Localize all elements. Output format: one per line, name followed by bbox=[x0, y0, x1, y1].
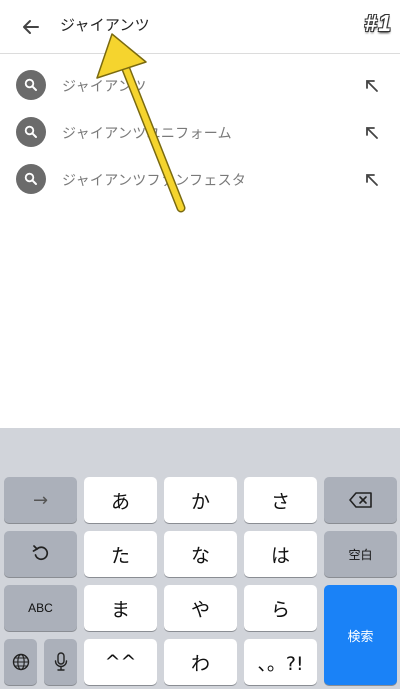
key-ha[interactable]: は bbox=[244, 531, 317, 577]
arrow-left-icon bbox=[23, 20, 39, 34]
keyboard: → あ か さ た な は 空白 ABC ま や ら 検索 ^^ わ 、。?! bbox=[0, 428, 400, 689]
key-punctuation[interactable]: 、。?! bbox=[244, 639, 317, 685]
suggestion-item[interactable]: ジャイアンツユニフォーム bbox=[0, 109, 400, 156]
back-button[interactable] bbox=[16, 12, 46, 42]
suggestion-label: ジャイアンツ bbox=[62, 79, 147, 95]
suggestion-item[interactable]: ジャイアンツ bbox=[0, 62, 400, 109]
suggestion-label: ジャイアンツユニフォーム bbox=[62, 126, 232, 142]
key-a[interactable]: あ bbox=[84, 477, 157, 523]
key-wa[interactable]: わ bbox=[164, 639, 237, 685]
key-sa[interactable]: さ bbox=[244, 477, 317, 523]
step-badge: #1 bbox=[364, 10, 392, 36]
search-icon bbox=[16, 164, 46, 194]
suggestion-list: ジャイアンツ ジャイアンツユニフォーム ジャイアンツファンフェスタ bbox=[0, 62, 400, 203]
search-bar: ジャイアンツ #1 bbox=[0, 0, 400, 54]
fill-query-icon[interactable] bbox=[362, 170, 382, 190]
mic-key[interactable] bbox=[44, 639, 77, 685]
key-ma[interactable]: ま bbox=[84, 585, 157, 631]
search-icon bbox=[16, 70, 46, 100]
search-key[interactable]: 検索 bbox=[324, 585, 397, 685]
key-ya[interactable]: や bbox=[164, 585, 237, 631]
key-ta[interactable]: た bbox=[84, 531, 157, 577]
key-ka[interactable]: か bbox=[164, 477, 237, 523]
globe-key[interactable] bbox=[4, 639, 37, 685]
undo-key[interactable] bbox=[4, 531, 77, 577]
key-na[interactable]: な bbox=[164, 531, 237, 577]
suggestion-item[interactable]: ジャイアンツファンフェスタ bbox=[0, 156, 400, 203]
space-key[interactable]: 空白 bbox=[324, 531, 397, 577]
fill-query-icon[interactable] bbox=[362, 123, 382, 143]
search-icon bbox=[16, 117, 46, 147]
undo-icon bbox=[32, 545, 48, 561]
search-input[interactable]: ジャイアンツ bbox=[60, 14, 150, 35]
globe-icon bbox=[12, 653, 29, 671]
fill-query-icon[interactable] bbox=[362, 76, 382, 96]
microphone-icon bbox=[54, 652, 67, 671]
backspace-icon bbox=[348, 492, 372, 508]
abc-key[interactable]: ABC bbox=[4, 585, 77, 631]
delete-key[interactable] bbox=[324, 477, 397, 523]
suggestion-label: ジャイアンツファンフェスタ bbox=[62, 173, 247, 189]
key-kaomoji[interactable]: ^^ bbox=[84, 639, 157, 685]
key-ra[interactable]: ら bbox=[244, 585, 317, 631]
key-arrow[interactable]: → bbox=[4, 477, 77, 523]
